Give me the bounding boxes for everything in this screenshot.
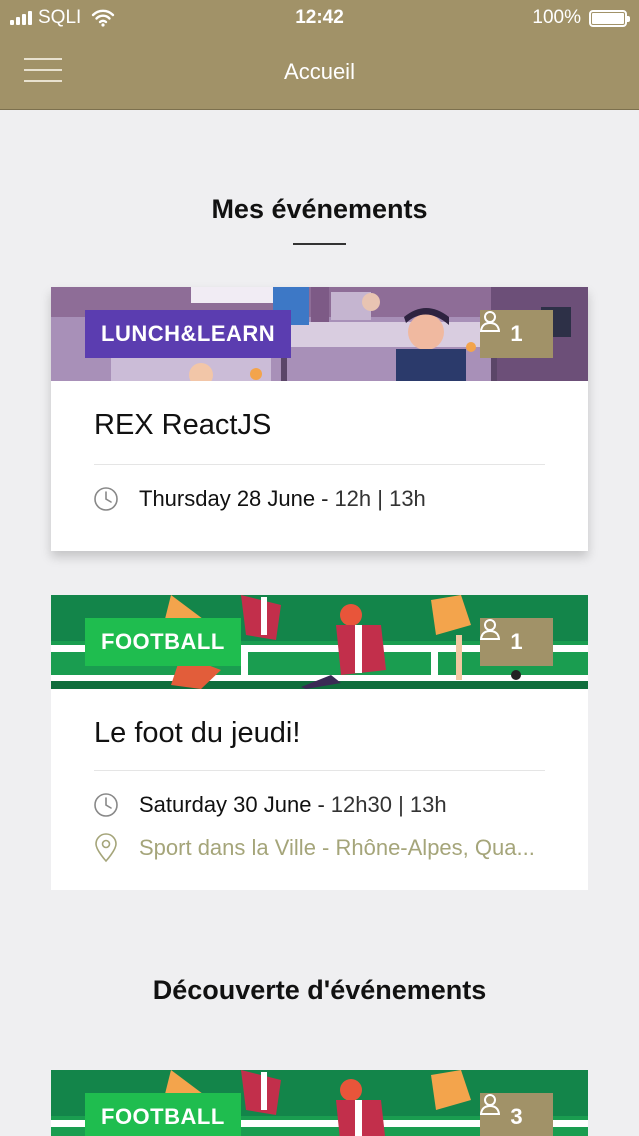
my-events-heading: Mes événements xyxy=(211,194,428,224)
event-date: Thursday 28 June xyxy=(139,486,316,511)
clock-icon xyxy=(94,487,118,511)
event-datetime: Saturday 30 June - 12h30 | 13h xyxy=(93,792,447,818)
event-location-text: Sport dans la Ville - Rhône-Alpes, Qua..… xyxy=(139,835,535,860)
category-tag: LUNCH&LEARN xyxy=(85,310,292,358)
person-icon xyxy=(480,619,500,640)
event-card-discover-football[interactable]: FOOTBALL 3 xyxy=(51,1070,588,1136)
event-card-rex-reactjs[interactable]: LUNCH&LEARN 1 REX ReactJS Thursday 28 Ju… xyxy=(51,287,588,551)
event-datetime: Thursday 28 June - 12h | 13h xyxy=(93,486,426,512)
attendee-count-badge: 1 xyxy=(480,310,553,358)
event-title: REX ReactJS xyxy=(94,409,272,441)
status-bar: SQLI 12:42 100% xyxy=(0,0,639,36)
attendee-count: 1 xyxy=(510,629,523,654)
event-banner-image: FOOTBALL 3 xyxy=(51,1070,588,1136)
discover-events-heading: Découverte d'événements xyxy=(152,975,487,1005)
datetime-separator: - xyxy=(321,486,329,511)
attendee-count-badge: 1 xyxy=(480,618,553,666)
heading-underline xyxy=(293,243,346,245)
event-banner-image: FOOTBALL 1 xyxy=(51,595,588,689)
datetime-separator: - xyxy=(317,792,325,817)
event-card-foot-du-jeudi[interactable]: FOOTBALL 1 Le foot du jeudi! Saturday 30… xyxy=(51,595,588,890)
event-location[interactable]: Sport dans la Ville - Rhône-Alpes, Qua..… xyxy=(93,833,535,863)
event-hours: 12h30 | 13h xyxy=(330,792,447,817)
status-right: 100% xyxy=(532,7,630,29)
attendee-count-badge: 3 xyxy=(480,1093,553,1136)
card-divider xyxy=(94,770,545,771)
category-tag: FOOTBALL xyxy=(85,618,241,666)
event-title: Le foot du jeudi! xyxy=(94,717,301,749)
person-icon xyxy=(480,1094,500,1115)
category-tag: FOOTBALL xyxy=(85,1093,241,1136)
person-icon xyxy=(480,311,500,332)
event-hours: 12h | 13h xyxy=(334,486,426,511)
event-banner-image: LUNCH&LEARN 1 xyxy=(51,287,588,381)
battery-icon xyxy=(589,9,630,27)
location-pin-icon xyxy=(95,833,117,863)
page-title: Accueil xyxy=(284,59,355,84)
event-date: Saturday 30 June xyxy=(139,792,312,817)
attendee-count: 1 xyxy=(510,321,523,346)
battery-percent: 100% xyxy=(532,7,581,28)
clock-icon xyxy=(94,793,118,817)
card-divider xyxy=(94,464,545,465)
app-header: SQLI 12:42 100% Accueil xyxy=(0,0,639,110)
attendee-count: 3 xyxy=(510,1104,523,1129)
